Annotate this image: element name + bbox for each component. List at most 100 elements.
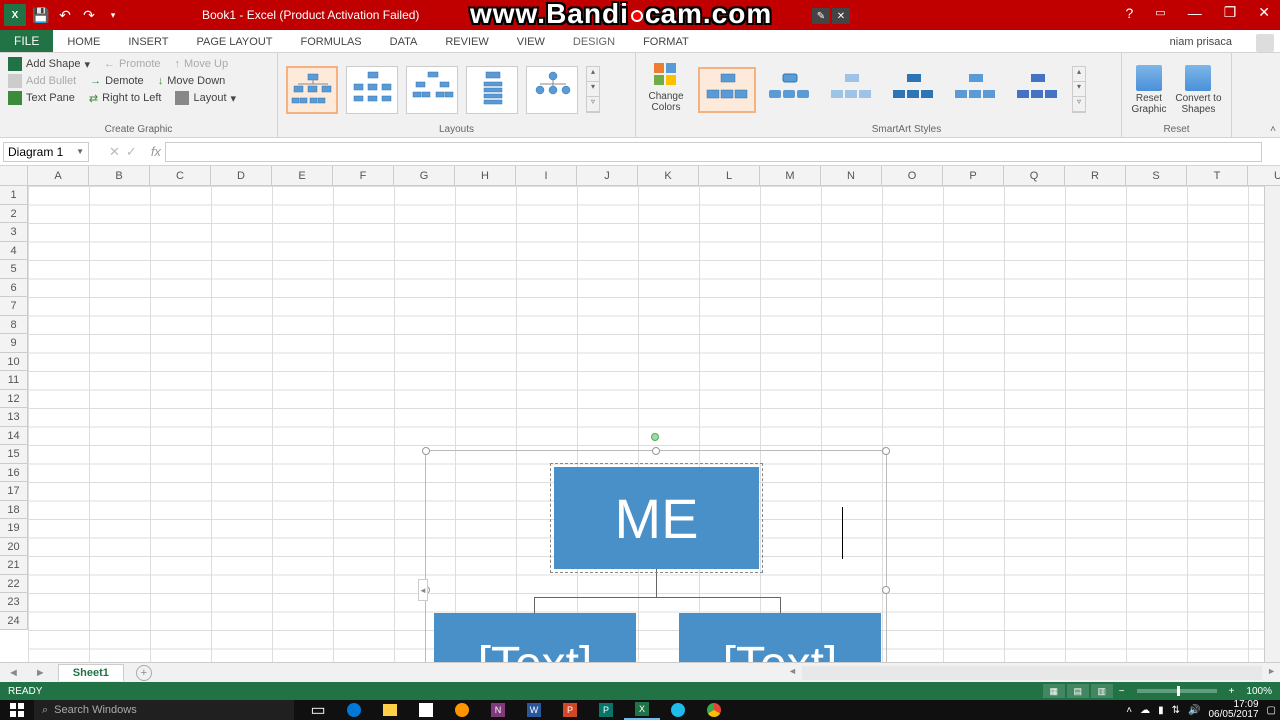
col-header-T[interactable]: T: [1187, 166, 1248, 186]
row-header-3[interactable]: 3: [0, 223, 28, 242]
row-header-6[interactable]: 6: [0, 279, 28, 298]
taskbar-publisher-icon[interactable]: P: [588, 700, 624, 720]
rec-crop-icon[interactable]: ✎: [812, 8, 830, 24]
qat-undo-icon[interactable]: ↶: [56, 6, 74, 24]
row-header-24[interactable]: 24: [0, 612, 28, 631]
col-header-B[interactable]: B: [89, 166, 150, 186]
col-header-U[interactable]: U: [1248, 166, 1280, 186]
sheet-nav-next-icon[interactable]: ►: [27, 667, 54, 679]
convert-to-shapes-button[interactable]: Convert to Shapes: [1174, 65, 1223, 115]
row-header-9[interactable]: 9: [0, 334, 28, 353]
tab-design[interactable]: DESIGN: [559, 32, 629, 52]
layout-option-2[interactable]: [346, 66, 398, 114]
col-header-M[interactable]: M: [760, 166, 821, 186]
col-header-F[interactable]: F: [333, 166, 394, 186]
row-header-4[interactable]: 4: [0, 242, 28, 261]
add-shape-button[interactable]: Add Shape ▾: [8, 57, 90, 71]
layout-option-3[interactable]: [406, 66, 458, 114]
col-header-O[interactable]: O: [882, 166, 943, 186]
ribbon-display-icon[interactable]: ▭: [1149, 4, 1171, 21]
smartart-node-bottom-right[interactable]: [Text]: [679, 613, 881, 662]
tray-onedrive-icon[interactable]: ☁: [1140, 705, 1150, 716]
col-header-H[interactable]: H: [455, 166, 516, 186]
zoom-in-button[interactable]: +: [1225, 686, 1239, 697]
taskbar-excel-icon[interactable]: X: [624, 700, 660, 720]
move-down-button[interactable]: ↓Move Down: [158, 74, 226, 88]
layout-option-1[interactable]: [286, 66, 338, 114]
user-avatar-icon[interactable]: [1256, 34, 1274, 52]
tray-show-hidden-icon[interactable]: ˄: [1126, 705, 1132, 716]
right-to-left-button[interactable]: ⇄Right to Left: [89, 91, 162, 105]
col-header-Q[interactable]: Q: [1004, 166, 1065, 186]
add-sheet-button[interactable]: +: [136, 665, 152, 681]
view-page-layout-icon[interactable]: ▤: [1067, 684, 1089, 698]
row-header-8[interactable]: 8: [0, 316, 28, 335]
tray-notifications-icon[interactable]: ▢: [1267, 705, 1276, 716]
taskbar-firefox-icon[interactable]: [444, 700, 480, 720]
row-header-16[interactable]: 16: [0, 464, 28, 483]
taskbar-search[interactable]: ⌕ Search Windows: [34, 700, 294, 720]
row-header-18[interactable]: 18: [0, 501, 28, 520]
row-header-14[interactable]: 14: [0, 427, 28, 446]
resize-handle-nw[interactable]: [422, 447, 430, 455]
row-header-23[interactable]: 23: [0, 593, 28, 612]
maximize-icon[interactable]: ❐: [1218, 2, 1243, 23]
row-header-22[interactable]: 22: [0, 575, 28, 594]
col-header-D[interactable]: D: [211, 166, 272, 186]
row-header-19[interactable]: 19: [0, 519, 28, 538]
task-view-icon[interactable]: ▭: [300, 700, 336, 720]
row-header-12[interactable]: 12: [0, 390, 28, 409]
tab-formulas[interactable]: FORMULAS: [287, 32, 376, 52]
layout-option-4[interactable]: [466, 66, 518, 114]
text-pane-expand-icon[interactable]: ◄: [418, 579, 428, 601]
taskbar-file-explorer-icon[interactable]: [372, 700, 408, 720]
qat-save-icon[interactable]: 💾: [32, 6, 50, 24]
formula-enter-icon[interactable]: ✓: [126, 144, 137, 160]
col-header-K[interactable]: K: [638, 166, 699, 186]
col-header-G[interactable]: G: [394, 166, 455, 186]
formula-input[interactable]: [165, 142, 1262, 162]
row-header-7[interactable]: 7: [0, 297, 28, 316]
add-bullet-button[interactable]: Add Bullet: [8, 74, 76, 88]
tab-review[interactable]: REVIEW: [431, 32, 502, 52]
column-headers[interactable]: ABCDEFGHIJKLMNOPQRSTU: [28, 166, 1280, 186]
tab-page-layout[interactable]: PAGE LAYOUT: [182, 32, 286, 52]
tab-file[interactable]: FILE: [0, 30, 53, 52]
minimize-icon[interactable]: —: [1182, 3, 1208, 23]
formula-cancel-icon[interactable]: ✕: [109, 144, 120, 160]
style-option-3[interactable]: [824, 69, 878, 111]
col-header-J[interactable]: J: [577, 166, 638, 186]
taskbar-chrome-icon[interactable]: [696, 700, 732, 720]
text-pane-button[interactable]: Text Pane: [8, 91, 75, 105]
tab-data[interactable]: DATA: [376, 32, 432, 52]
promote-button[interactable]: ←Promote: [104, 57, 161, 71]
qat-customize-icon[interactable]: ▾: [104, 6, 122, 24]
resize-handle-ne[interactable]: [882, 447, 890, 455]
style-option-4[interactable]: [886, 69, 940, 111]
horizontal-scrollbar[interactable]: [802, 666, 1262, 680]
namebox-dropdown-icon[interactable]: ▼: [76, 147, 84, 156]
layout-option-5[interactable]: [526, 66, 578, 114]
col-header-C[interactable]: C: [150, 166, 211, 186]
style-option-1[interactable]: [700, 69, 754, 111]
vertical-scrollbar[interactable]: [1264, 186, 1280, 662]
styles-gallery-spinner[interactable]: ▴▾▿: [1072, 66, 1086, 113]
layout-button[interactable]: Layout ▾: [175, 91, 236, 105]
taskbar-store-icon[interactable]: [408, 700, 444, 720]
row-header-21[interactable]: 21: [0, 556, 28, 575]
view-normal-icon[interactable]: ▦: [1043, 684, 1065, 698]
col-header-L[interactable]: L: [699, 166, 760, 186]
row-header-1[interactable]: 1: [0, 186, 28, 205]
collapse-ribbon-icon[interactable]: ˄: [1270, 124, 1276, 135]
taskbar-powerpoint-icon[interactable]: P: [552, 700, 588, 720]
signed-in-user[interactable]: niam prisaca: [1166, 32, 1236, 52]
row-header-20[interactable]: 20: [0, 538, 28, 557]
sheet-nav-prev-icon[interactable]: ◄: [0, 667, 27, 679]
select-all-corner[interactable]: [0, 166, 28, 186]
tab-insert[interactable]: INSERT: [114, 32, 182, 52]
rotate-handle[interactable]: [651, 433, 659, 441]
style-option-2[interactable]: [762, 69, 816, 111]
tray-volume-icon[interactable]: 🔊: [1188, 705, 1200, 716]
rec-close-icon[interactable]: ✕: [832, 8, 850, 24]
view-page-break-icon[interactable]: ▥: [1091, 684, 1113, 698]
